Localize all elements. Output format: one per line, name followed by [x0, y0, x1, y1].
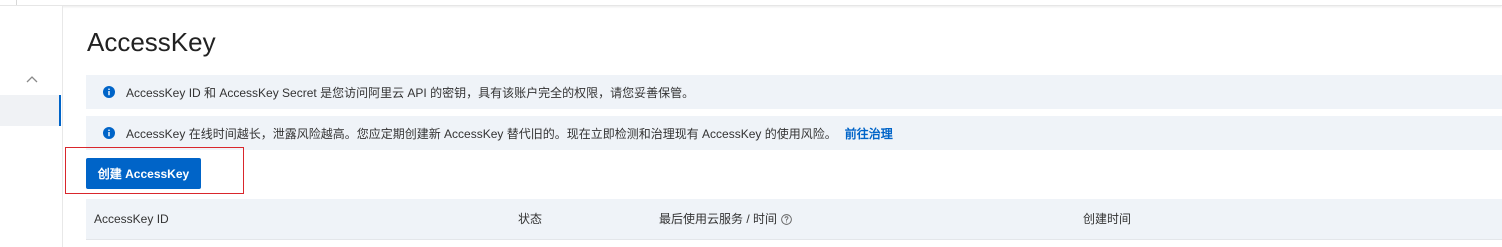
column-header-last-used: 最后使用云服务 / 时间: [659, 199, 792, 239]
alert-text: AccessKey ID 和 AccessKey Secret 是您访问阿里云 …: [126, 85, 695, 100]
top-bar: [0, 0, 1502, 6]
column-header-accesskey-id: AccessKey ID: [94, 199, 169, 239]
sidebar-item-accesskey[interactable]: [0, 95, 61, 126]
alert-text: AccessKey 在线时间越长，泄露风险越高。您应定期创建新 AccessKe…: [126, 126, 837, 141]
top-bar-divider: [16, 0, 17, 5]
table-header: AccessKey ID 状态 最后使用云服务 / 时间 创建时间: [86, 199, 1502, 239]
sidebar: [0, 6, 63, 247]
create-accesskey-button[interactable]: 创建 AccessKey: [86, 158, 201, 189]
info-alert-key-rotation: AccessKey 在线时间越长，泄露风险越高。您应定期创建新 AccessKe…: [86, 116, 1502, 150]
column-label: 最后使用云服务 / 时间: [659, 212, 778, 226]
column-label: 状态: [518, 212, 543, 226]
governance-link[interactable]: 前往治理: [845, 125, 893, 142]
column-label: AccessKey ID: [94, 212, 169, 226]
column-label: 创建时间: [1083, 212, 1132, 226]
info-icon: [103, 86, 115, 98]
table-divider: [86, 239, 1502, 240]
column-header-created-time: 创建时间: [1083, 199, 1131, 239]
info-alert-key-security: AccessKey ID 和 AccessKey Secret 是您访问阿里云 …: [86, 75, 1502, 109]
page-title: AccessKey: [87, 27, 216, 57]
chevron-up-icon[interactable]: [24, 72, 40, 88]
help-icon[interactable]: [781, 213, 792, 225]
sidebar-active-indicator: [59, 95, 61, 126]
column-header-status: 状态: [518, 199, 542, 239]
info-icon: [103, 127, 115, 139]
